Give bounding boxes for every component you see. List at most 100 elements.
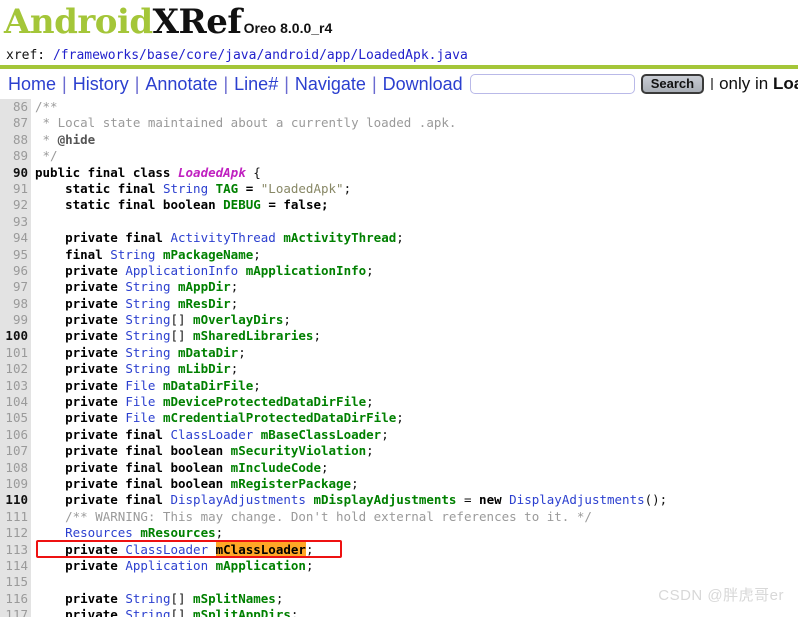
code-token[interactable]: Application <box>125 558 215 573</box>
nav-link-history[interactable]: History <box>73 74 129 95</box>
code-token: * <box>35 131 58 147</box>
code-token: ; <box>366 262 374 278</box>
code-token[interactable]: mDataDirFile <box>163 378 253 393</box>
line-number[interactable]: 106 <box>0 427 31 443</box>
code-token[interactable]: String <box>125 279 178 294</box>
code-token[interactable]: mResources <box>140 525 215 540</box>
code-token[interactable]: String <box>125 361 178 376</box>
code-token[interactable]: String <box>125 312 170 327</box>
search-input[interactable] <box>469 74 635 94</box>
line-number[interactable]: 88 <box>0 132 31 148</box>
code-token[interactable]: mBaseClassLoader <box>261 427 381 442</box>
code-token[interactable]: mActivityThread <box>283 230 396 245</box>
code-token[interactable]: mOverlayDirs <box>193 312 283 327</box>
line-number[interactable]: 104 <box>0 394 31 410</box>
code-token[interactable]: mSharedLibraries <box>193 328 313 343</box>
line-number[interactable]: 117 <box>0 607 31 617</box>
code-token[interactable]: DisplayAdjustments <box>509 492 644 507</box>
line-number[interactable]: 116 <box>0 591 31 607</box>
code-token[interactable]: mLibDir <box>178 361 231 376</box>
line-number[interactable]: 99 <box>0 312 31 328</box>
line-number[interactable]: 108 <box>0 460 31 476</box>
code-token[interactable]: Resources <box>35 525 140 540</box>
code-token[interactable]: mDataDir <box>178 345 238 360</box>
nav-link-home[interactable]: Home <box>8 74 56 95</box>
code-token[interactable]: mIncludeCode <box>231 460 321 475</box>
code-line-source: static final boolean DEBUG = false; <box>31 197 328 213</box>
line-number[interactable]: 96 <box>0 263 31 279</box>
line-number[interactable]: 87 <box>0 115 31 131</box>
code-token[interactable]: DisplayAdjustments <box>170 492 313 507</box>
code-token[interactable]: mRegisterPackage <box>231 476 351 491</box>
code-token[interactable]: mSplitNames <box>193 591 276 606</box>
code-token: private <box>35 394 126 410</box>
line-number[interactable]: 97 <box>0 279 31 295</box>
code-token[interactable]: String <box>125 591 170 606</box>
line-number[interactable]: 113 <box>0 542 31 558</box>
code-token[interactable]: String <box>125 607 170 617</box>
line-number[interactable]: 111 <box>0 509 31 525</box>
code-token[interactable]: String <box>163 181 216 196</box>
code-token[interactable]: mPackageName <box>163 247 253 262</box>
code-token[interactable]: ClassLoader <box>170 427 260 442</box>
code-token[interactable]: String <box>125 328 170 343</box>
code-line-source: * Local state maintained about a current… <box>31 115 457 131</box>
line-number[interactable]: 95 <box>0 247 31 263</box>
line-number[interactable]: 98 <box>0 296 31 312</box>
code-token[interactable]: ActivityThread <box>170 230 283 245</box>
nav-link-navigate[interactable]: Navigate <box>295 74 366 95</box>
code-token: "LoadedApk" <box>260 180 344 196</box>
line-number[interactable]: 105 <box>0 410 31 426</box>
code-token[interactable]: File <box>125 410 163 425</box>
code-token[interactable]: mResDir <box>178 296 231 311</box>
line-number[interactable]: 93 <box>0 214 31 230</box>
code-line: 94 private final ActivityThread mActivit… <box>0 230 798 246</box>
line-number[interactable]: 89 <box>0 148 31 164</box>
nav-link-annotate[interactable]: Annotate <box>145 74 217 95</box>
code-token: = <box>456 492 480 508</box>
code-token[interactable]: mApplicationInfo <box>246 263 366 278</box>
code-token[interactable]: mSecurityViolation <box>231 443 366 458</box>
line-number[interactable]: 114 <box>0 558 31 574</box>
line-number[interactable]: 94 <box>0 230 31 246</box>
line-number[interactable]: 103 <box>0 378 31 394</box>
code-token[interactable]: LoadedApk <box>178 165 246 180</box>
line-number[interactable]: 109 <box>0 476 31 492</box>
nav-link-download[interactable]: Download <box>383 74 463 95</box>
code-token[interactable]: mSplitAppDirs <box>193 607 291 617</box>
code-line-source: private String[] mSplitNames; <box>31 591 283 607</box>
code-token[interactable]: ClassLoader <box>125 542 215 557</box>
code-token[interactable]: File <box>125 394 163 409</box>
code-token[interactable]: String <box>125 345 178 360</box>
line-number[interactable]: 101 <box>0 345 31 361</box>
code-line: 95 final String mPackageName; <box>0 247 798 263</box>
code-token[interactable]: String <box>110 247 163 262</box>
line-number[interactable]: 102 <box>0 361 31 377</box>
code-token[interactable]: File <box>125 378 163 393</box>
code-token[interactable]: TAG <box>216 181 239 196</box>
code-token[interactable]: DEBUG <box>223 197 261 212</box>
only-in-file-checkbox[interactable] <box>711 78 714 90</box>
code-token[interactable]: mCredentialProtectedDataDirFile <box>163 410 396 425</box>
xref-path-link[interactable]: /frameworks/base/core/java/android/app/L… <box>53 48 468 63</box>
code-token[interactable]: mDeviceProtectedDataDirFile <box>163 394 366 409</box>
line-number[interactable]: 110 <box>0 492 31 508</box>
line-number[interactable]: 90 <box>0 165 31 181</box>
code-token[interactable]: mAppDir <box>178 279 231 294</box>
line-number[interactable]: 107 <box>0 443 31 459</box>
line-number[interactable]: 91 <box>0 181 31 197</box>
highlighted-symbol[interactable]: mClassLoader <box>215 541 306 557</box>
line-number[interactable]: 115 <box>0 574 31 590</box>
code-token[interactable]: mApplication <box>216 558 306 573</box>
line-number[interactable]: 100 <box>0 328 31 344</box>
line-number[interactable]: 92 <box>0 197 31 213</box>
line-number[interactable]: 112 <box>0 525 31 541</box>
site-logo[interactable]: AndroidXRef Oreo 8.0.0_r4 <box>4 2 798 48</box>
code-token[interactable]: mDisplayAdjustments <box>313 492 456 507</box>
code-token[interactable]: String <box>125 296 178 311</box>
code-token[interactable]: ApplicationInfo <box>125 263 245 278</box>
line-number[interactable]: 86 <box>0 99 31 115</box>
code-token: [] <box>170 607 194 617</box>
search-button[interactable]: Search <box>640 74 705 94</box>
nav-link-line-number[interactable]: Line# <box>234 74 278 95</box>
